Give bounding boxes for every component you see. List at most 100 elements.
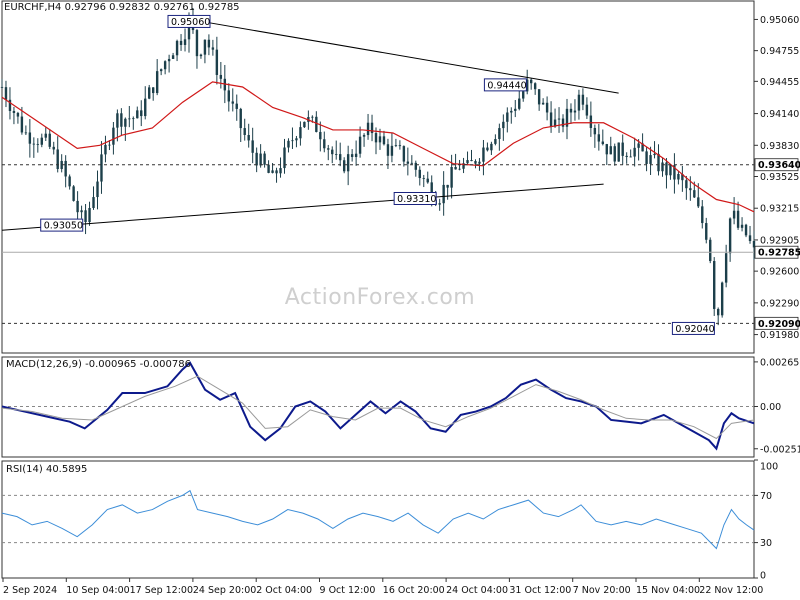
candle-body [581, 94, 585, 105]
annotation-label: 0.94440 [483, 78, 527, 92]
candle-body [350, 154, 354, 157]
candle-body [685, 180, 688, 189]
candle-body [506, 112, 509, 122]
x-tick-label: 31 Oct 12:00 [509, 585, 571, 596]
candle-body [84, 210, 87, 223]
candle-body [28, 132, 32, 144]
candle-body [64, 160, 67, 177]
candle-body [593, 127, 597, 135]
candle-body [744, 224, 748, 236]
candle-body [597, 134, 601, 142]
candle-body [645, 151, 648, 164]
price-tick-label: 0.92600 [760, 267, 799, 278]
candle-body [72, 186, 75, 201]
candle-body [529, 79, 533, 84]
candle-body [482, 147, 485, 162]
candle-body [24, 132, 28, 134]
candle-body [76, 200, 79, 213]
candle-body [740, 224, 744, 228]
candle-body [362, 135, 366, 137]
candle-body [386, 144, 390, 156]
candle-body [32, 143, 36, 145]
candle-body [701, 206, 704, 224]
price-tick-label: 0.94755 [760, 46, 799, 57]
candle-body [271, 170, 274, 173]
symbol-label: EURCHF,H4 [4, 2, 62, 13]
candle-body [124, 118, 127, 127]
candle-body [724, 253, 728, 283]
annotation-text: 0.95060 [171, 17, 210, 28]
price-tick-label: 0.93830 [760, 141, 799, 152]
level-tag-text: 0.93640 [758, 160, 800, 171]
candle-body [474, 161, 477, 164]
candle-body [454, 166, 457, 170]
candle-body [569, 108, 573, 113]
candle-body [665, 162, 668, 176]
candle-body [68, 176, 71, 187]
candle-body [406, 161, 410, 164]
macd-tick-label: 0.00265 [760, 357, 799, 368]
candle-body [378, 136, 382, 143]
candle-body [346, 154, 350, 172]
candle-body [533, 83, 537, 90]
candle-body [0, 86, 4, 88]
candle-body [136, 110, 139, 119]
macd-header: MACD(12,26,9) -0.000965 -0.000786 [6, 359, 191, 370]
candle-body [561, 118, 565, 127]
candle-body [140, 110, 143, 117]
candle-body [303, 121, 306, 128]
x-tick-label: 2 Sep 2024 [3, 585, 57, 596]
rsi-tick-label: 100 [760, 462, 778, 473]
candle-body [299, 127, 302, 139]
candle-body [522, 91, 525, 99]
candle-body [390, 145, 394, 156]
trendline [189, 18, 619, 94]
candle-body [693, 190, 696, 198]
candle-body [689, 188, 692, 191]
candle-body [251, 140, 254, 153]
moving-average-line [1, 81, 755, 213]
candle-body [442, 184, 445, 204]
candlestick-series [0, 8, 756, 326]
candle-body [259, 153, 262, 166]
macd-tick-label: -0.002511 [760, 444, 800, 455]
candle-body [92, 197, 95, 208]
candle-body [748, 235, 752, 242]
annotation-text: 0.93310 [397, 194, 436, 205]
candle-body [669, 165, 672, 176]
price-tick-label: 0.95060 [760, 15, 799, 26]
price-overlays [1, 18, 755, 324]
candle-body [661, 162, 664, 172]
candle-body [148, 87, 151, 99]
candle-body [144, 98, 147, 117]
candle-body [311, 116, 314, 118]
annotation-label: 0.95060 [167, 14, 211, 28]
candle-body [323, 139, 326, 149]
candle-body [494, 139, 497, 144]
candle-body [490, 143, 493, 151]
candle-body [327, 148, 330, 150]
candle-body [56, 149, 59, 169]
level-tag-text: 0.92090 [758, 319, 800, 330]
ohlc-values: 0.92796 0.92832 0.92761 0.92785 [64, 2, 240, 13]
candle-body [422, 178, 425, 179]
candle-body [239, 108, 242, 129]
panel-frame-rsi [1, 460, 755, 579]
candle-body [275, 170, 278, 174]
candle-body [470, 160, 473, 162]
candle-body [112, 127, 115, 145]
candle-body [342, 160, 346, 172]
level-tag: 0.93640 [754, 158, 800, 171]
candle-body [195, 30, 199, 57]
price-tick-label: 0.94140 [760, 109, 799, 120]
candle-body [231, 101, 234, 104]
candle-body [402, 146, 406, 162]
candle-body [40, 137, 43, 145]
candle-body [649, 155, 652, 164]
candle-body [52, 146, 55, 150]
candle-body [335, 154, 338, 155]
candle-body [263, 153, 266, 165]
candle-body [155, 71, 159, 94]
candle-body [287, 140, 290, 148]
candle-body [601, 141, 605, 145]
